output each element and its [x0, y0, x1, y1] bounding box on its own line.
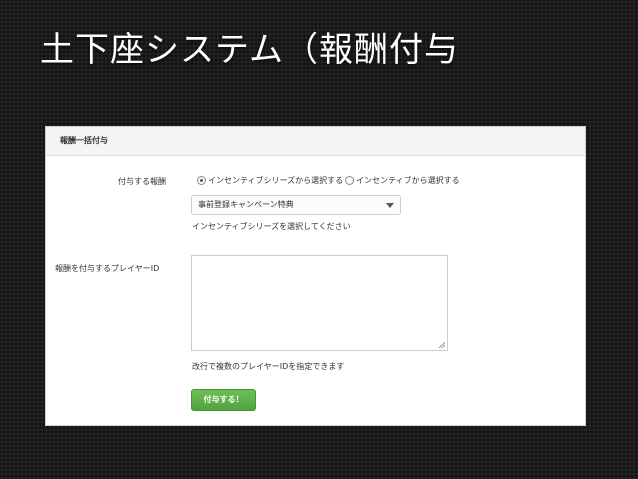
- radio-series[interactable]: [197, 176, 206, 185]
- player-ids-help-text: 改行で複数のプレイヤーIDを指定できます: [192, 362, 345, 371]
- radio-incentive-label[interactable]: インセンティブから選択する: [356, 175, 460, 186]
- slide-title: 土下座システム（報酬付与: [40, 30, 459, 70]
- reward-panel: 報酬一括付与 付与する報酬 インセンティブシリーズから選択する インセンティブか…: [45, 126, 586, 426]
- radio-option-series[interactable]: インセンティブシリーズから選択する: [197, 175, 343, 186]
- radio-incentive[interactable]: [345, 176, 355, 185]
- chevron-down-icon: [386, 203, 394, 208]
- submit-button[interactable]: 付与する！: [191, 389, 256, 411]
- reward-source-radio-group: インセンティブシリーズから選択する インセンティブから選択する: [197, 175, 462, 186]
- select-value: 事前登録キャンペーン特典: [198, 200, 294, 209]
- resize-grip-icon[interactable]: [439, 342, 445, 348]
- player-id-label: 報酬を付与するプレイヤーID: [55, 264, 160, 273]
- radio-option-incentive[interactable]: インセンティブから選択する: [345, 175, 460, 186]
- series-help-text: インセンティブシリーズを選択してください: [192, 222, 351, 231]
- incentive-series-select[interactable]: 事前登録キャンペーン特典: [191, 195, 401, 215]
- player-ids-textarea[interactable]: [191, 255, 448, 351]
- radio-series-label[interactable]: インセンティブシリーズから選択する: [208, 175, 343, 186]
- panel-title: 報酬一括付与: [46, 127, 585, 156]
- reward-label: 付与する報酬: [118, 177, 166, 186]
